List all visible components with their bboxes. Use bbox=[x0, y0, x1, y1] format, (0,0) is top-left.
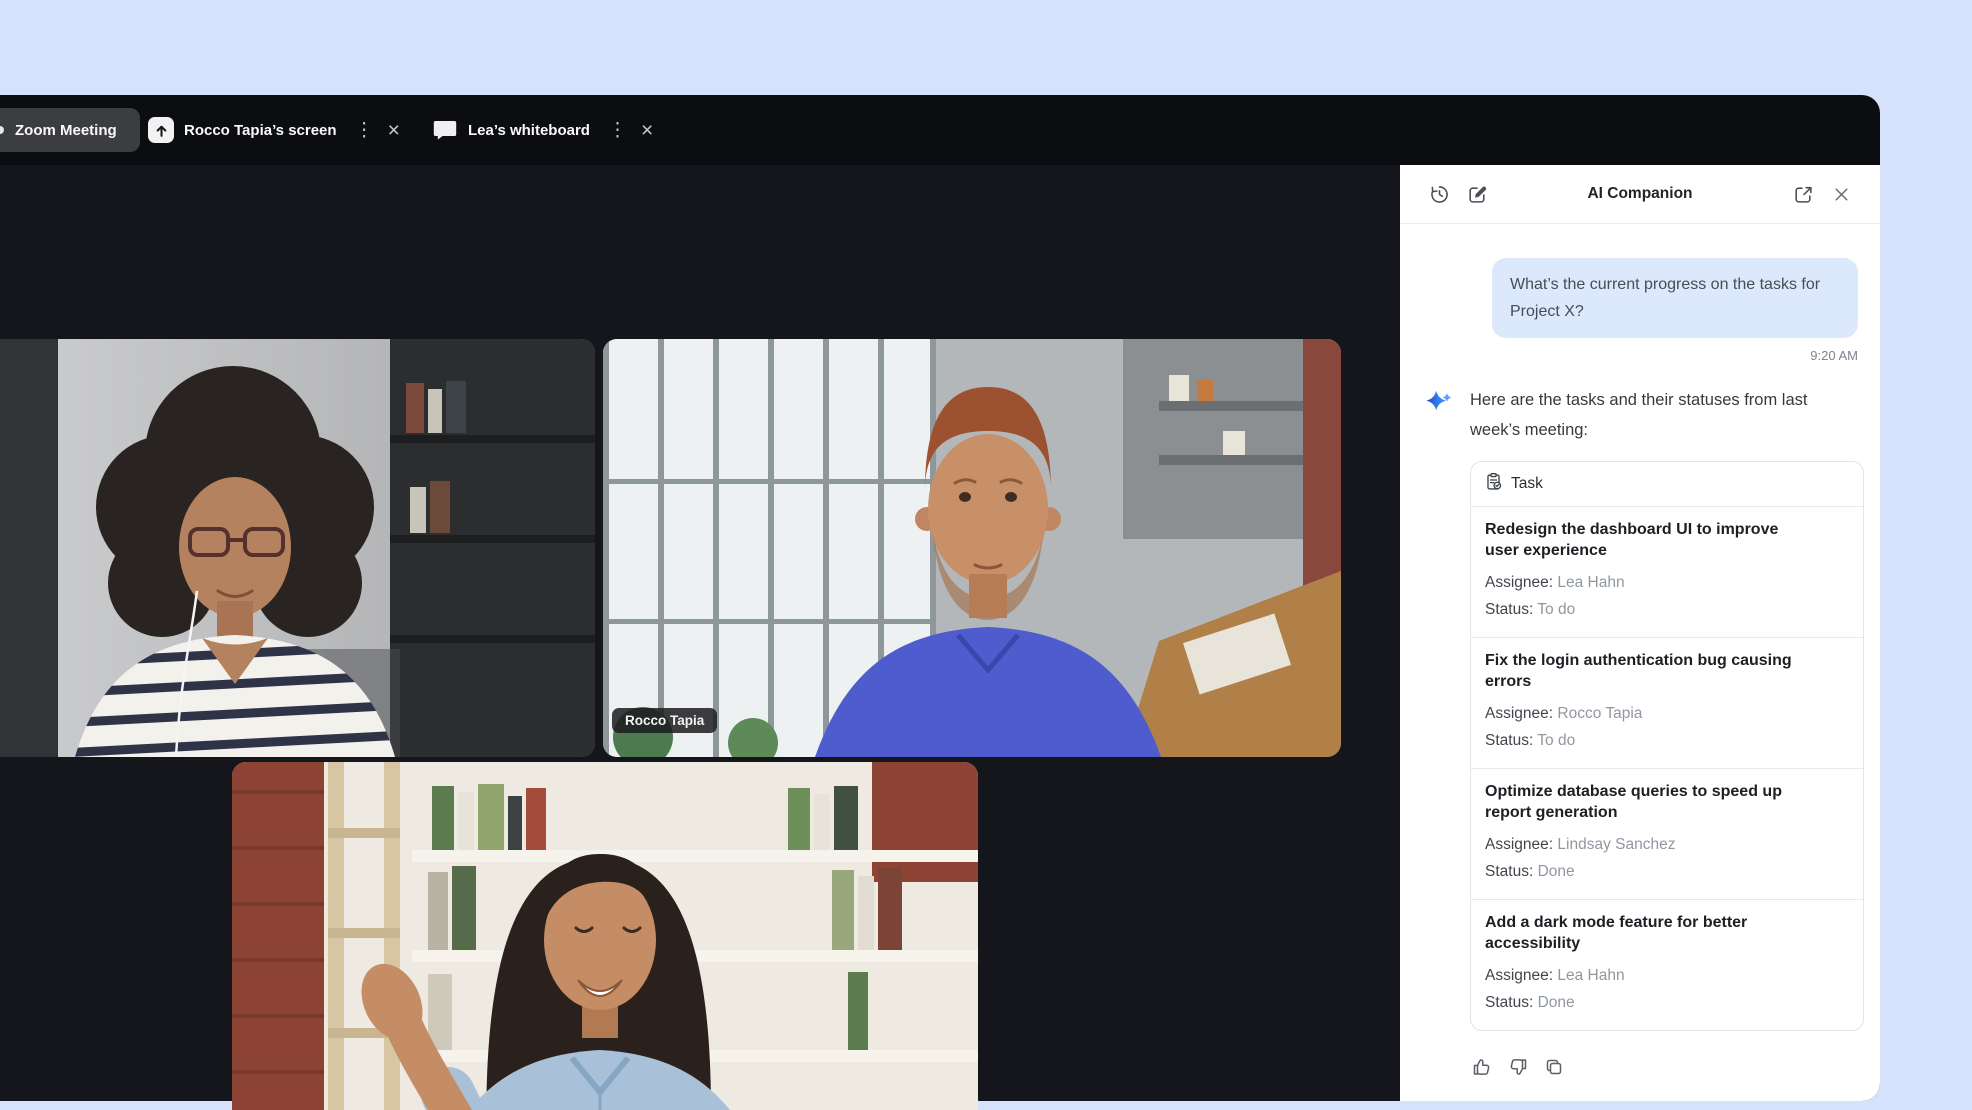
thumbs-up-icon[interactable] bbox=[1470, 1055, 1494, 1079]
message-timestamp: 9:20 AM bbox=[1424, 348, 1858, 363]
task-title: Fix the login authentication bug causing… bbox=[1485, 650, 1795, 692]
desktop-background: Zoom Meeting Rocco Tapia’s screen ⋮ × Le… bbox=[0, 0, 1972, 1110]
video-tile-rocco[interactable]: Rocco Tapia bbox=[603, 339, 1341, 757]
status-label: Status: bbox=[1485, 732, 1533, 749]
task-item: Optimize database queries to speed up re… bbox=[1471, 769, 1863, 900]
status-value: Done bbox=[1538, 863, 1575, 880]
tab-zoom-meeting[interactable]: Zoom Meeting bbox=[0, 108, 140, 152]
tab-rocco-screen-label: Rocco Tapia’s screen bbox=[184, 122, 337, 139]
ai-companion-panel: AI Companion What’s the current progress… bbox=[1400, 165, 1880, 1101]
history-icon[interactable] bbox=[1428, 183, 1450, 205]
task-card-header: Task bbox=[1471, 462, 1863, 507]
status-value: To do bbox=[1537, 601, 1575, 618]
lindsay-video-placeholder bbox=[0, 339, 595, 757]
participant-name-label: Rocco Tapia bbox=[612, 708, 717, 734]
tab-lea-whiteboard[interactable]: Lea’s whiteboard ⋮ × bbox=[432, 108, 655, 152]
assignee-value: Lea Hahn bbox=[1557, 967, 1624, 984]
task-title: Optimize database queries to speed up re… bbox=[1485, 781, 1795, 823]
video-tile-lindsay[interactable]: ez bbox=[0, 339, 595, 757]
task-item: Redesign the dashboard UI to improve use… bbox=[1471, 507, 1863, 638]
assistant-message-text: Here are the tasks and their statuses fr… bbox=[1470, 385, 1822, 445]
task-clipboard-icon bbox=[1484, 472, 1503, 496]
status-label: Status: bbox=[1485, 994, 1533, 1011]
tab-bar: Zoom Meeting Rocco Tapia’s screen ⋮ × Le… bbox=[0, 95, 1880, 165]
assignee-label: Assignee: bbox=[1485, 967, 1553, 984]
tab-rocco-screen[interactable]: Rocco Tapia’s screen ⋮ × bbox=[148, 108, 402, 152]
copy-icon[interactable] bbox=[1542, 1055, 1566, 1079]
task-title: Redesign the dashboard UI to improve use… bbox=[1485, 519, 1795, 561]
feedback-actions bbox=[1470, 1055, 1864, 1079]
status-label: Status: bbox=[1485, 601, 1533, 618]
lea-video-placeholder bbox=[232, 762, 978, 1110]
assistant-message-content: Here are the tasks and their statuses fr… bbox=[1470, 385, 1864, 1079]
assignee-value: Lea Hahn bbox=[1557, 574, 1624, 591]
meeting-stage: ez bbox=[0, 165, 1400, 1101]
status-value: Done bbox=[1538, 994, 1575, 1011]
assignee-label: Assignee: bbox=[1485, 705, 1553, 722]
kebab-icon[interactable]: ⋮ bbox=[353, 121, 376, 140]
active-tab-dot bbox=[0, 126, 4, 134]
close-panel-icon[interactable] bbox=[1830, 183, 1852, 205]
task-title: Add a dark mode feature for better acces… bbox=[1485, 912, 1795, 954]
video-tile-lea[interactable]: Lea Hahn bbox=[232, 762, 978, 1110]
assignee-label: Assignee: bbox=[1485, 574, 1553, 591]
tab-zoom-meeting-label: Zoom Meeting bbox=[15, 122, 117, 139]
status-label: Status: bbox=[1485, 863, 1533, 880]
rocco-video-placeholder bbox=[603, 339, 1341, 757]
tab-lea-whiteboard-label: Lea’s whiteboard bbox=[468, 122, 590, 139]
header-right-actions bbox=[1792, 183, 1852, 205]
assistant-message: Here are the tasks and their statuses fr… bbox=[1424, 385, 1858, 1079]
task-card: Task Redesign the dashboard UI to improv… bbox=[1470, 461, 1864, 1031]
new-chat-icon[interactable] bbox=[1466, 183, 1488, 205]
close-icon[interactable]: × bbox=[386, 120, 402, 141]
ai-companion-chat: What’s the current progress on the tasks… bbox=[1400, 224, 1880, 1079]
assignee-label: Assignee: bbox=[1485, 836, 1553, 853]
ai-companion-header: AI Companion bbox=[1400, 165, 1880, 224]
task-card-title: Task bbox=[1511, 475, 1543, 493]
status-value: To do bbox=[1537, 732, 1575, 749]
header-left-actions bbox=[1428, 183, 1488, 205]
assignee-value: Rocco Tapia bbox=[1557, 705, 1642, 722]
close-icon[interactable]: × bbox=[639, 120, 655, 141]
pop-out-icon[interactable] bbox=[1792, 183, 1814, 205]
screen-share-icon bbox=[148, 117, 174, 143]
kebab-icon[interactable]: ⋮ bbox=[606, 121, 629, 140]
task-item: Fix the login authentication bug causing… bbox=[1471, 638, 1863, 769]
task-item: Add a dark mode feature for better acces… bbox=[1471, 900, 1863, 1030]
ai-companion-sparkle-icon bbox=[1424, 387, 1454, 417]
user-message-bubble: What’s the current progress on the tasks… bbox=[1492, 258, 1858, 338]
assignee-value: Lindsay Sanchez bbox=[1557, 836, 1675, 853]
zoom-app-window: Zoom Meeting Rocco Tapia’s screen ⋮ × Le… bbox=[0, 95, 1880, 1101]
thumbs-down-icon[interactable] bbox=[1506, 1055, 1530, 1079]
whiteboard-icon bbox=[432, 118, 458, 142]
